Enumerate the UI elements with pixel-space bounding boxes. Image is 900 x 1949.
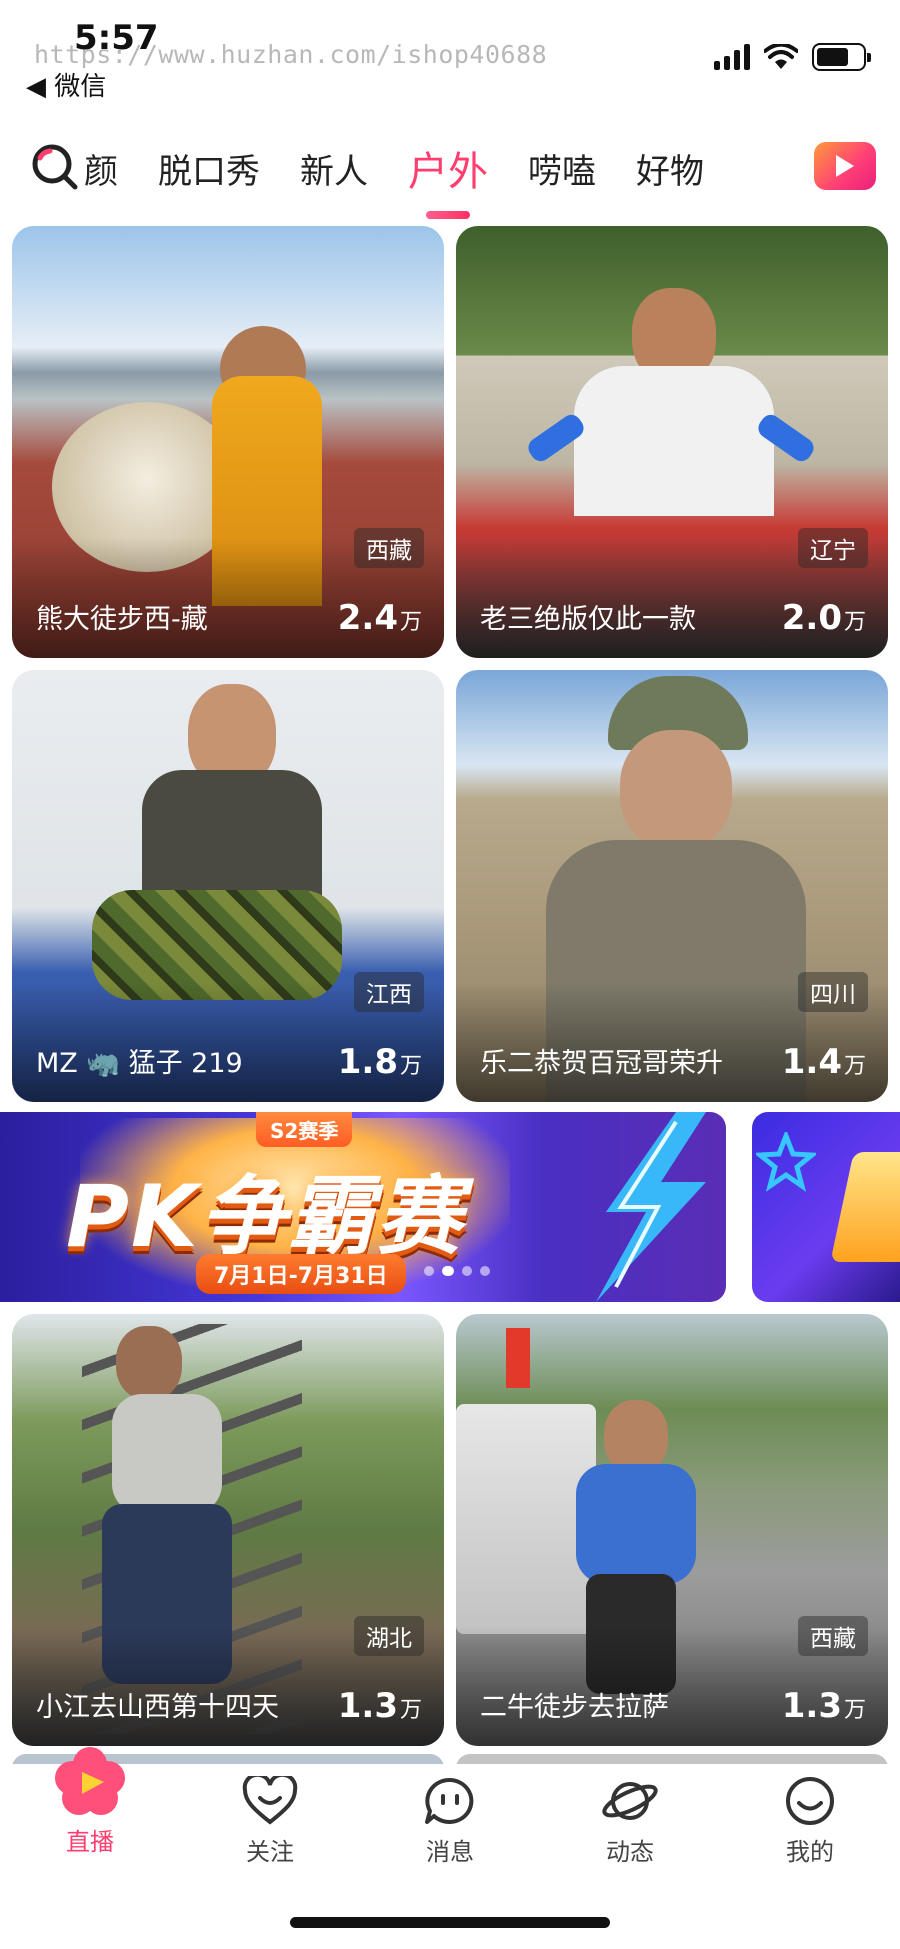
nav-messages[interactable]: 消息	[390, 1776, 510, 1867]
smile-icon	[786, 1777, 834, 1825]
promo-banner[interactable]: S2赛季 PK争霸赛 7月1日-7月31日	[0, 1112, 726, 1302]
tab-newcomer[interactable]: 新人	[280, 144, 388, 193]
promo-banner-next[interactable]	[752, 1112, 900, 1302]
tab-outdoor[interactable]: 户外	[388, 139, 508, 197]
category-tabs: 颜 脱口秀 新人 户外 唠嗑 好物	[0, 120, 900, 216]
region-badge: 西藏	[798, 1616, 868, 1656]
nav-live[interactable]: 直播	[30, 1747, 150, 1857]
tab-chat[interactable]: 唠嗑	[508, 144, 616, 193]
region-badge: 江西	[354, 972, 424, 1012]
stream-card[interactable]: 西藏 熊大徒步西-藏 2.4万	[12, 226, 444, 658]
banner-dates: 7月1日-7月31日	[196, 1254, 406, 1294]
planet-icon	[602, 1782, 658, 1820]
home-indicator[interactable]	[290, 1917, 610, 1928]
stream-thumbnail	[456, 1404, 596, 1634]
message-icon	[425, 1777, 474, 1824]
banner-pagination	[424, 1266, 490, 1276]
stream-title: 熊大徒步西-藏	[36, 604, 208, 635]
region-badge: 西藏	[354, 528, 424, 568]
stream-card[interactable]: 江西 MZ 🦏 猛子 219 1.8万	[12, 670, 444, 1102]
back-to-wechat-link[interactable]: ◀ 微信	[26, 66, 106, 103]
stream-card[interactable]: 辽宁 老三绝版仅此一款 2.0万	[456, 226, 888, 658]
viewer-count: 1.3万	[781, 1686, 866, 1726]
stream-title: 小江去山西第十四天	[36, 1692, 279, 1723]
lightning-icon	[596, 1112, 706, 1302]
tab-talkshow[interactable]: 脱口秀	[138, 144, 280, 193]
nav-follow[interactable]: 关注	[210, 1776, 330, 1867]
stream-title: 老三绝版仅此一款	[480, 604, 696, 635]
wifi-icon	[764, 44, 798, 69]
nav-moments[interactable]: 动态	[570, 1776, 690, 1867]
watermark-url: https://www.huzhan.com/ishop40688	[34, 40, 548, 69]
stream-card[interactable]: 四川 乐二恭贺百冠哥荣升 1.4万	[456, 670, 888, 1102]
stream-title: 二牛徒步去拉萨	[480, 1692, 669, 1723]
live-flower-icon	[55, 1747, 125, 1815]
stream-title: MZ 🦏 猛子 219	[36, 1048, 243, 1079]
region-badge: 湖北	[354, 1616, 424, 1656]
stream-title: 乐二恭贺百冠哥荣升	[480, 1048, 723, 1079]
status-bar: 5:57 https://www.huzhan.com/ishop40688 ◀…	[0, 0, 900, 110]
viewer-count: 2.4万	[337, 598, 422, 638]
tab-yan[interactable]: 颜	[84, 144, 138, 193]
viewer-count: 1.4万	[781, 1042, 866, 1082]
viewer-count: 1.8万	[337, 1042, 422, 1082]
tab-goods[interactable]: 好物	[616, 144, 724, 193]
region-badge: 辽宁	[798, 528, 868, 568]
banner-headline: PK争霸赛	[66, 1167, 464, 1267]
stream-card[interactable]: 湖北 小江去山西第十四天 1.3万	[12, 1314, 444, 1746]
region-badge: 四川	[798, 972, 868, 1012]
signal-icon	[714, 44, 750, 70]
stream-card[interactable]: 西藏 二牛徒步去拉萨 1.3万	[456, 1314, 888, 1746]
battery-icon	[812, 43, 871, 71]
search-icon[interactable]	[28, 140, 80, 192]
banner-season-label: S2赛季	[256, 1112, 353, 1147]
heart-icon	[242, 1776, 298, 1825]
viewer-count: 1.3万	[337, 1686, 422, 1726]
video-play-icon[interactable]	[814, 142, 876, 190]
nav-me[interactable]: 我的	[750, 1776, 870, 1867]
star-icon	[756, 1132, 816, 1192]
system-icons	[714, 40, 871, 74]
viewer-count: 2.0万	[781, 598, 866, 638]
